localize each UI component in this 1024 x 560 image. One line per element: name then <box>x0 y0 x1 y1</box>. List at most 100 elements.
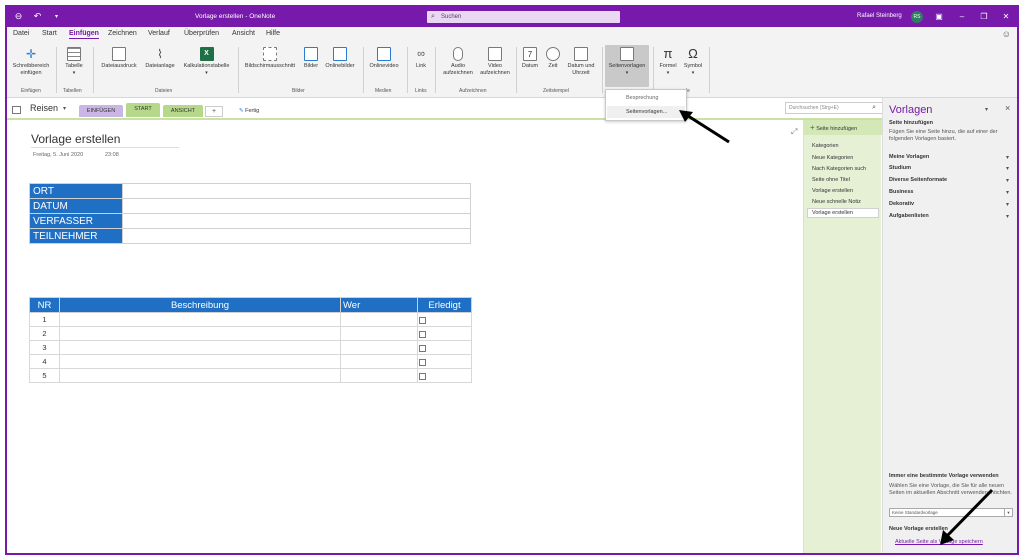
close-icon[interactable]: ✕ <box>999 10 1013 23</box>
menu-verlauf[interactable]: Verlauf <box>148 30 170 37</box>
dropdown-item-besprechung[interactable]: Besprechung <box>626 95 658 101</box>
symbol-button[interactable]: Ω Symbol ▾ <box>680 47 706 77</box>
group-dateien-label: Dateien <box>155 88 173 94</box>
bildschirmausschnitt-button[interactable]: Bildschirmausschnitt <box>240 47 300 70</box>
info-value-cell[interactable] <box>122 228 471 244</box>
minimize-icon[interactable]: – <box>955 10 969 23</box>
quick-access-chevron-icon[interactable]: ▾ <box>51 11 62 22</box>
template-category-seitenformate[interactable]: Diverse Seitenformate ▾ <box>889 177 1009 184</box>
list-item[interactable]: Vorlage erstellen <box>812 210 853 216</box>
pane-options-chevron-icon[interactable]: ▾ <box>985 106 988 113</box>
list-item[interactable]: Seite ohne Titel <box>812 177 850 183</box>
formel-button[interactable]: π Formel ▾ <box>656 47 680 77</box>
template-category-meine-vorlagen[interactable]: Meine Vorlagen ▾ <box>889 154 1009 161</box>
who-cell[interactable] <box>340 354 418 369</box>
notebook-chevron-down-icon[interactable]: ▾ <box>63 105 66 112</box>
notebook-name[interactable]: Reisen <box>30 103 58 113</box>
done-checkbox[interactable] <box>419 330 426 338</box>
menu-hilfe[interactable]: Hilfe <box>266 30 280 37</box>
onenote-window: ⊖ ↶ ▾ Vorlage erstellen - OneNote ⌕ Such… <box>5 5 1019 555</box>
add-section-button[interactable]: + <box>205 106 223 117</box>
info-value-cell[interactable] <box>122 183 471 199</box>
chevron-down-icon: ▾ <box>1005 178 1009 184</box>
list-item[interactable]: Neue schnelle Notiz <box>812 199 861 205</box>
templates-pane-title: Vorlagen <box>889 104 933 116</box>
menu-datei[interactable]: Datei <box>13 30 29 37</box>
undo-icon[interactable]: ↶ <box>32 11 43 22</box>
datum-button[interactable]: 7 Datum <box>519 47 541 70</box>
zeit-button[interactable]: Zeit <box>543 47 563 70</box>
who-cell[interactable] <box>340 368 418 383</box>
menu-ueberpruefen[interactable]: Überprüfen <box>184 30 219 37</box>
template-category-business[interactable]: Business ▾ <box>889 189 1009 196</box>
tab-ansicht[interactable]: ANSICHT <box>163 105 203 117</box>
done-checkbox[interactable] <box>419 344 426 352</box>
tab-einfuegen[interactable]: EINFÜGEN <box>79 105 123 117</box>
who-cell[interactable] <box>340 312 418 327</box>
done-checkbox[interactable] <box>419 316 426 324</box>
restore-icon[interactable]: ❐ <box>977 10 991 23</box>
onlinebilder-button[interactable]: Onlinebilder <box>322 47 358 70</box>
description-cell[interactable] <box>59 326 341 341</box>
info-value-cell[interactable] <box>122 213 471 229</box>
description-cell[interactable] <box>59 312 341 327</box>
who-cell[interactable] <box>340 340 418 355</box>
done-checkbox[interactable] <box>419 372 426 380</box>
table-header-row: NR Beschreibung Wer Erledigt <box>29 297 472 313</box>
avatar[interactable]: RS <box>911 11 923 23</box>
info-value-cell[interactable] <box>122 198 471 214</box>
fertig-label[interactable]: ✎ Fertig <box>239 108 259 114</box>
menu-zeichnen[interactable]: Zeichnen <box>108 30 137 37</box>
chevron-down-icon: ▾ <box>1005 190 1009 196</box>
dropdown-item-seitenvorlagen[interactable]: Seitenvorlagen... <box>607 106 685 118</box>
onlinevideo-button[interactable]: Onlinevideo <box>365 47 403 70</box>
column-header-wer: Wer <box>340 297 418 313</box>
schreibbereich-einfuegen-button[interactable]: ✛ Schreibbereich einfügen <box>11 47 51 77</box>
link-button[interactable]: ∞ Link <box>410 47 432 70</box>
done-cell <box>417 368 472 383</box>
description-cell[interactable] <box>59 354 341 369</box>
audio-aufzeichnen-button[interactable]: Audio aufzeichnen <box>440 47 476 77</box>
table-row: 1 <box>29 312 472 327</box>
page-templates-icon <box>620 47 634 61</box>
menu-ansicht[interactable]: Ansicht <box>232 30 255 37</box>
back-icon[interactable]: ⊖ <box>13 11 24 22</box>
list-item[interactable]: Kategorien <box>812 143 839 149</box>
table-row: ORT <box>29 183 471 199</box>
done-checkbox[interactable] <box>419 358 426 366</box>
description-cell[interactable] <box>59 368 341 383</box>
page-title[interactable]: Vorlage erstellen <box>31 132 179 148</box>
expand-icon[interactable]: ⤢ <box>791 127 797 137</box>
seitenvorlagen-button[interactable]: Seitenvorlagen ▾ <box>605 45 649 87</box>
tab-start[interactable]: START <box>126 103 160 117</box>
list-item[interactable]: Vorlage erstellen <box>812 188 853 194</box>
add-page-button[interactable]: + Seite hinzufügen <box>804 120 882 135</box>
dateiausdruck-button[interactable]: Dateiausdruck <box>97 47 141 70</box>
tabelle-button[interactable]: Tabelle ▾ <box>59 47 89 77</box>
menu-start[interactable]: Start <box>42 30 57 37</box>
group-bilder-label: Bilder <box>292 88 305 94</box>
menu-einfuegen[interactable]: Einfügen <box>69 30 99 39</box>
close-icon[interactable]: × <box>1005 103 1010 113</box>
search-input[interactable]: ⌕ Suchen <box>427 11 620 23</box>
user-name[interactable]: Rafael Steinberg <box>857 13 902 19</box>
microphone-icon <box>453 47 463 61</box>
feedback-smiley-icon[interactable]: ☺ <box>1002 29 1011 39</box>
datum-und-uhrzeit-button[interactable]: Datum und Uhrzeit <box>564 47 598 77</box>
add-page-description: Fügen Sie eine Seite hinzu, die auf eine… <box>889 129 998 142</box>
bilder-button[interactable]: Bilder <box>300 47 322 70</box>
template-category-aufgabenlisten[interactable]: Aufgabenlisten ▾ <box>889 213 1009 220</box>
page-canvas[interactable]: Vorlage erstellen Freitag, 5. Juni 2020 … <box>7 120 803 553</box>
list-item[interactable]: Neue Kategorien <box>812 155 853 161</box>
kalkulationstabelle-button[interactable]: X Kalkulationstabelle ▾ <box>179 47 234 77</box>
description-cell[interactable] <box>59 340 341 355</box>
who-cell[interactable] <box>340 326 418 341</box>
template-category-dekorativ[interactable]: Dekorativ ▾ <box>889 201 1009 208</box>
notebook-search-input[interactable]: Durchsuchen (Strg+E) ⌕ <box>785 102 883 114</box>
template-category-studium[interactable]: Studium ▾ <box>889 165 1009 172</box>
title-bar: ⊖ ↶ ▾ Vorlage erstellen - OneNote ⌕ Such… <box>7 7 1017 27</box>
ribbon-display-icon[interactable]: ▣ <box>932 10 946 23</box>
video-aufzeichnen-button[interactable]: Video aufzeichnen <box>477 47 513 77</box>
dateianlage-button[interactable]: ⌇ Dateianlage <box>141 47 179 70</box>
list-item[interactable]: Nach Kategorien such <box>812 166 866 172</box>
